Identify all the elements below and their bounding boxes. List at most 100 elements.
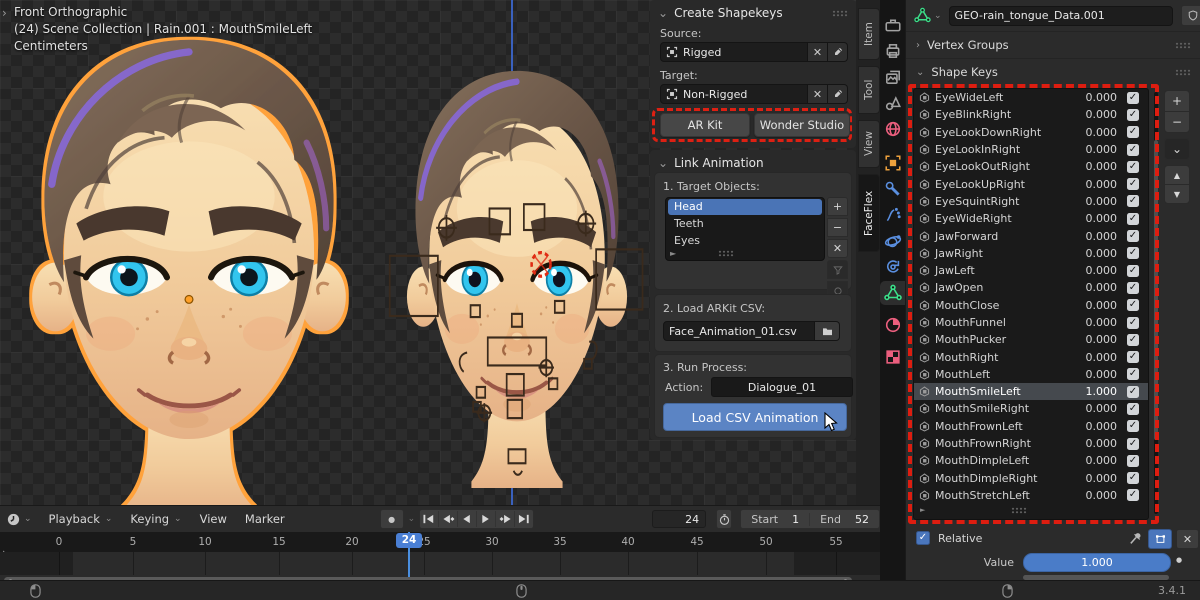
playback-controls (419, 509, 534, 529)
clear-source-button[interactable]: ✕ (808, 42, 828, 62)
chevron-down-icon[interactable]: ⌄ (408, 514, 416, 524)
load-csv-animation-button[interactable]: Load CSV Animation (663, 403, 847, 431)
datablock-name-field[interactable]: GEO-rain_tongue_Data.001 (949, 6, 1173, 26)
clear-targets-button[interactable]: ✕ (827, 239, 848, 258)
current-frame-field[interactable]: 24 (652, 510, 706, 528)
pin-icon[interactable] (1128, 531, 1143, 546)
play-button[interactable] (476, 511, 495, 527)
menu-view[interactable]: View (191, 509, 236, 529)
properties-tab-output[interactable] (884, 42, 902, 60)
next-keyframe-button[interactable] (495, 511, 514, 527)
properties-tab-physics[interactable] (884, 232, 902, 250)
action-field[interactable]: Dialogue_01 (711, 377, 853, 397)
menu-playback[interactable]: Playback⌄ (40, 509, 122, 529)
remove-target-button[interactable]: − (827, 218, 848, 237)
expand-icon[interactable]: ► (670, 249, 676, 258)
properties-tab-scene[interactable] (884, 94, 902, 112)
move-shape-key-up-button[interactable]: ▲ (1164, 165, 1190, 185)
target-object-row-teeth[interactable]: Teeth (668, 216, 822, 232)
modifiers-icon (884, 180, 902, 198)
editor-type-button[interactable]: ⌄ (6, 512, 32, 527)
csv-file-field[interactable]: Face_Animation_01.csv (663, 321, 815, 341)
value-slider[interactable]: 1.000 (1023, 553, 1171, 572)
right-mouse-icon (1002, 584, 1013, 598)
target-object-field[interactable]: Non-Rigged (660, 84, 808, 104)
jump-start-button[interactable] (420, 511, 438, 527)
panel-grip[interactable] (1175, 69, 1191, 76)
properties-tab-object[interactable] (884, 154, 902, 172)
jump-end-button[interactable] (514, 511, 533, 527)
shape-key-specials-button[interactable]: ⌄ (1164, 138, 1190, 160)
panel-grip[interactable] (832, 10, 848, 17)
divider (906, 31, 1200, 32)
shape-keys-panel-header[interactable]: ⌄ Shape Keys (906, 60, 1200, 84)
start-value: 1 (792, 513, 799, 526)
timeline-header: ⌄ Playback⌄Keying⌄View Marker ● ⌄ 24 Star… (0, 506, 880, 532)
start-frame-field[interactable]: Start 1 (741, 513, 810, 526)
properties-tab-modifiers[interactable] (884, 180, 902, 198)
menu-marker[interactable]: Marker (236, 509, 294, 529)
divider (906, 58, 1200, 59)
properties-tab-material[interactable] (884, 316, 902, 334)
panel-grip[interactable] (1175, 42, 1191, 49)
menu-keying[interactable]: Keying⌄ (121, 509, 190, 529)
create-shapekeys-header[interactable]: ⌄ Create Shapekeys (650, 0, 856, 24)
source-object-field[interactable]: Rigged (660, 42, 808, 62)
target-field-row: Non-Rigged ✕ (660, 84, 848, 104)
target-eyedropper-button[interactable] (828, 84, 848, 104)
fake-user-shield-button[interactable] (1181, 5, 1200, 26)
list-resize-grip[interactable] (718, 250, 734, 257)
add-target-button[interactable]: + (827, 197, 848, 216)
shield-icon (1187, 9, 1199, 22)
preview-range-button[interactable] (716, 509, 732, 529)
sidebar-tab-view[interactable]: View (858, 120, 880, 168)
clear-shape-keys-button[interactable]: ✕ (1176, 529, 1199, 549)
properties-tab-world[interactable] (884, 120, 902, 138)
sidebar-tab-item[interactable]: Item (858, 8, 880, 60)
move-shape-key-down-button[interactable]: ▼ (1164, 184, 1190, 204)
animate-property-dot[interactable]: ● (1176, 556, 1182, 564)
arrow-up-icon: ▲ (1174, 171, 1180, 180)
link-animation-header[interactable]: ⌄ Link Animation (650, 150, 856, 174)
sidebar-tab-tool[interactable]: Tool (858, 66, 880, 114)
auto-keying-button[interactable]: ● (380, 509, 404, 529)
sidebar-tab-faceflex[interactable]: FaceFlex (858, 174, 880, 252)
menu-label: Marker (245, 512, 285, 526)
target-object-row-head[interactable]: Head (668, 199, 822, 215)
properties-tab-view-layer[interactable] (884, 68, 902, 86)
target-object-row-eyes[interactable]: Eyes (668, 233, 822, 249)
play-reverse-button[interactable] (457, 511, 476, 527)
relative-checkbox[interactable]: ✓ (916, 531, 930, 545)
properties-tab-constraints[interactable] (884, 258, 902, 276)
minus-icon: − (833, 221, 842, 234)
target-objects-list[interactable]: HeadTeethEyes ► (665, 197, 825, 261)
object-data-icon (884, 284, 902, 302)
source-eyedropper-button[interactable] (828, 42, 848, 62)
viewport-collection-info: (24) Scene Collection | Rain.001 : Mouth… (14, 21, 312, 38)
end-frame-field[interactable]: End 52 (810, 513, 879, 526)
mouse-cursor (824, 412, 838, 433)
toolbar-expand-arrow-icon[interactable]: › (2, 6, 7, 20)
properties-tab-tool[interactable] (884, 16, 902, 34)
properties-tab-object-data[interactable] (884, 284, 902, 302)
browse-file-button[interactable] (815, 321, 840, 341)
character-head-right[interactable] (388, 58, 646, 488)
timeline-track-area[interactable] (0, 552, 880, 575)
record-icon: ● (388, 515, 395, 524)
arkit-button[interactable]: AR Kit (660, 113, 750, 137)
timeline-ruler[interactable]: 0510152025303540455055 (0, 532, 880, 552)
shape-key-edit-mode-button[interactable] (1148, 529, 1172, 549)
current-frame-badge[interactable]: 24 (396, 533, 422, 548)
clear-target-button[interactable]: ✕ (808, 84, 828, 104)
add-shape-key-button[interactable]: + (1164, 90, 1190, 112)
chevron-down-icon[interactable]: ⌄ (934, 11, 942, 21)
properties-tab-texture[interactable] (884, 348, 902, 366)
filter-button[interactable] (827, 260, 848, 279)
vertex-groups-panel-header[interactable]: › Vertex Groups (906, 33, 1200, 57)
prev-keyframe-button[interactable] (438, 511, 457, 527)
wonder-studio-button[interactable]: Wonder Studio (754, 113, 850, 137)
character-head-left[interactable] (5, 25, 373, 505)
mesh-data-icon[interactable] (914, 7, 931, 24)
properties-tab-particles[interactable] (884, 206, 902, 224)
remove-shape-key-button[interactable]: − (1164, 111, 1190, 133)
